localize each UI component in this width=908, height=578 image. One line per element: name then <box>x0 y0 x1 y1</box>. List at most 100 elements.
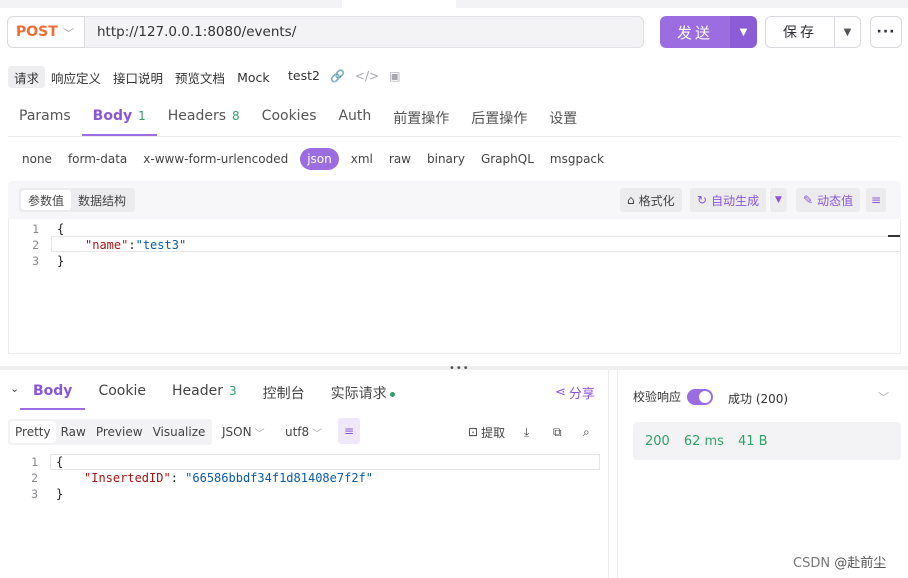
chevron-down-icon: ﹀ <box>312 428 323 440</box>
body-type-form-data[interactable]: form-data <box>60 148 135 170</box>
drag-handle-icon[interactable]: ••• <box>449 363 470 374</box>
tab-body[interactable]: Body 1 <box>81 102 157 136</box>
send-dropdown-button[interactable]: ▼ <box>730 16 757 48</box>
divider <box>608 370 609 578</box>
body-type-binary[interactable]: binary <box>419 148 473 170</box>
code-line: { <box>56 455 64 469</box>
chevron-down-icon: ﹀ <box>254 428 265 440</box>
wrap-lines-button[interactable]: ≡ <box>866 188 887 212</box>
body-type-none[interactable]: none <box>14 148 60 170</box>
validation-result: 成功 (200) <box>728 392 789 406</box>
format-select[interactable]: JSON ﹀ <box>222 421 265 443</box>
response-tabs: Body Cookie Header 3 控制台 实际请求 <box>20 376 408 410</box>
view-preview[interactable]: Preview <box>91 421 148 443</box>
extract-label: 提取 <box>481 425 506 440</box>
save-button[interactable]: 保存 <box>765 16 835 48</box>
tab-headers[interactable]: Headers 8 <box>157 102 251 136</box>
json-value: "66586bbdf34f1d81408e7f2f" <box>185 471 373 485</box>
response-size: 41 B <box>737 433 768 449</box>
request-body-editor[interactable]: 1 2 3 { "name":"test3" } <box>8 219 901 354</box>
body-type-raw[interactable]: raw <box>381 148 419 170</box>
search-icon[interactable]: ⌕ <box>583 421 590 443</box>
panel-icon[interactable]: ▣ <box>389 69 400 83</box>
doc-tab-api-description[interactable]: 接口说明 <box>107 66 169 88</box>
json-value: "test3" <box>135 238 187 252</box>
tab-count: 8 <box>232 109 240 123</box>
send-button[interactable]: 发送 <box>660 16 730 48</box>
body-type-xml[interactable]: xml <box>343 148 381 170</box>
active-window-tab[interactable] <box>342 0 456 8</box>
magic-wand-icon: ✎ <box>803 193 814 207</box>
url-input[interactable]: http://127.0.0.1:8080/events/ <box>85 16 644 48</box>
doc-tab-mock[interactable]: Mock <box>231 66 276 88</box>
extract-icon: ⊡ <box>468 425 479 439</box>
body-type-urlencoded[interactable]: x-www-form-urlencoded <box>135 148 296 170</box>
doc-tab-preview-doc[interactable]: 预览文档 <box>169 66 231 88</box>
tab-response-header[interactable]: Header 3 <box>159 376 250 410</box>
chevron-down-icon[interactable]: ﹀ <box>878 389 889 405</box>
body-type-json[interactable]: json <box>300 148 339 170</box>
more-button[interactable]: ··· <box>870 16 902 48</box>
doc-name[interactable]: test2 <box>288 68 320 83</box>
json-key: "InsertedID" <box>84 471 171 485</box>
chevron-down-icon: ▼ <box>843 26 852 38</box>
watermark: CSDN @赴前尘 <box>793 552 886 571</box>
doc-name-bar: test2 🔗 </> ▣ <box>288 68 400 83</box>
body-type-msgpack[interactable]: msgpack <box>542 148 612 170</box>
tab-response-cookie[interactable]: Cookie <box>85 376 159 410</box>
format-button[interactable]: ⌂ 格式化 <box>620 188 682 212</box>
code-line: "InsertedID": "66586bbdf34f1d81408e7f2f" <box>84 471 373 485</box>
validate-toggle[interactable] <box>687 388 714 405</box>
mode-param-values[interactable]: 参数值 <box>21 190 72 210</box>
doc-tab-response-definition[interactable]: 响应定义 <box>45 66 107 88</box>
tab-pre-operations[interactable]: 前置操作 <box>382 102 460 136</box>
share-button[interactable]: ⋖ 分享 <box>555 383 595 402</box>
wrap-lines-button[interactable]: ≡ <box>338 418 360 444</box>
auto-generate-label: 自动生成 <box>711 193 760 208</box>
line-number: 2 <box>31 471 38 485</box>
response-toolbar: Pretty Raw Preview Visualize JSON ﹀ utf8 ﹀… <box>8 418 608 446</box>
chevron-down-icon: ▼ <box>739 26 748 38</box>
tab-console[interactable]: 控制台 <box>250 376 318 410</box>
code-icon[interactable]: </> <box>355 69 379 83</box>
view-visualize[interactable]: Visualize <box>148 421 211 443</box>
response-body-viewer[interactable]: 1 2 3 { "InsertedID": "66586bbdf34f1d814… <box>8 452 608 578</box>
collapse-icon[interactable]: ⌄ <box>10 382 19 395</box>
chevron-down-icon: ▼ <box>775 195 782 205</box>
dynamic-value-button[interactable]: ✎ 动态值 <box>796 188 861 212</box>
request-tabs: Params Body 1 Headers 8 Cookies Auth 前置操作 … <box>8 102 588 136</box>
mode-data-structure[interactable]: 数据结构 <box>71 190 133 210</box>
code-line: } <box>57 254 65 268</box>
tab-count: 3 <box>228 384 237 398</box>
method-select[interactable]: POST ﹀ <box>7 16 85 48</box>
validate-label: 校验响应 <box>633 390 682 404</box>
editor-toolbar: 参数值 数据结构 ⌂ 格式化 ↻ 自动生成 ▼ ✎ 动态值 ≡ <box>8 181 901 219</box>
download-icon[interactable]: ⤓ <box>524 421 529 443</box>
method-label: POST <box>16 24 58 40</box>
line-number: 1 <box>31 455 38 469</box>
save-dropdown-button[interactable]: ▼ <box>834 16 861 48</box>
body-type-graphql[interactable]: GraphQL <box>473 148 542 170</box>
divider <box>8 136 901 137</box>
code-line: "name":"test3" <box>85 238 186 252</box>
share-label: 分享 <box>568 387 595 402</box>
tab-params[interactable]: Params <box>8 102 82 136</box>
encoding-label: utf8 <box>285 425 310 439</box>
auto-generate-dropdown[interactable]: ▼ <box>769 188 787 212</box>
view-pretty[interactable]: Pretty <box>10 421 56 443</box>
tab-actual-request[interactable]: 实际请求 <box>318 376 408 410</box>
format-icon: ⌂ <box>627 193 635 207</box>
encoding-select[interactable]: utf8 ﹀ <box>285 421 322 443</box>
tab-settings[interactable]: 设置 <box>538 102 588 136</box>
tab-response-body[interactable]: Body <box>20 376 86 410</box>
extract-button[interactable]: ⊡ 提取 <box>468 421 505 443</box>
link-icon[interactable]: 🔗 <box>330 69 345 83</box>
view-raw[interactable]: Raw <box>56 421 91 443</box>
doc-tab-request[interactable]: 请求 <box>8 66 46 88</box>
tab-cookies[interactable]: Cookies <box>251 102 328 136</box>
watermark-prefix: CSDN <box>793 556 835 571</box>
tab-post-operations[interactable]: 后置操作 <box>460 102 538 136</box>
tab-auth[interactable]: Auth <box>327 102 382 136</box>
copy-icon[interactable]: ⧉ <box>553 421 562 443</box>
auto-generate-button[interactable]: ↻ 自动生成 <box>690 188 767 212</box>
